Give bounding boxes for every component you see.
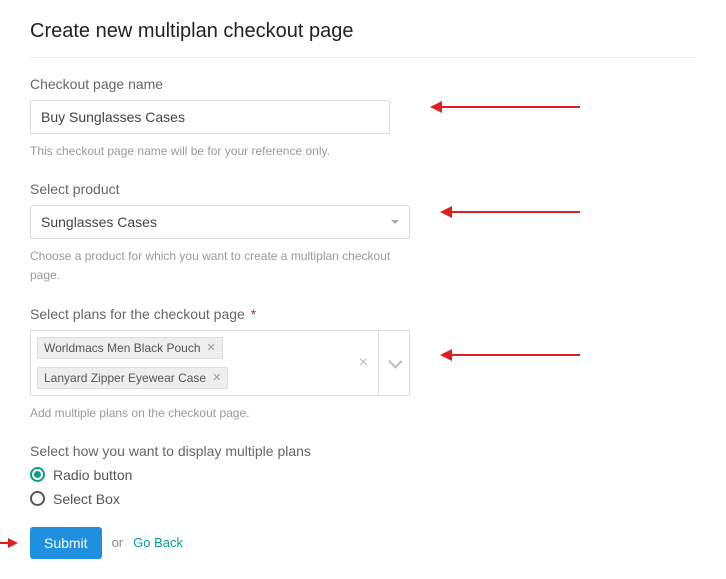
divider (30, 57, 696, 58)
plan-chip-label: Lanyard Zipper Eyewear Case (44, 371, 206, 385)
product-select-value: Sunglasses Cases (41, 214, 391, 230)
product-select[interactable]: Sunglasses Cases (30, 205, 410, 239)
or-text: or (112, 535, 124, 550)
chip-remove-icon[interactable]: ✕ (212, 371, 221, 384)
radio-label: Radio button (53, 467, 132, 483)
select-plans-helper: Add multiple plans on the checkout page. (30, 404, 410, 423)
field-select-plans: Select plans for the checkout page * Wor… (30, 306, 696, 423)
select-product-helper: Choose a product for which you want to c… (30, 247, 410, 285)
chip-remove-icon[interactable]: ✕ (207, 341, 216, 354)
chevron-down-icon (388, 354, 402, 368)
field-checkout-name: Checkout page name This checkout page na… (30, 76, 696, 161)
form-actions: Submit or Go Back (30, 527, 696, 559)
select-plans-label-text: Select plans for the checkout page (30, 306, 245, 322)
caret-down-icon (391, 220, 399, 224)
plans-dropdown-toggle[interactable] (378, 331, 409, 395)
radio-icon (30, 467, 45, 482)
display-mode-label: Select how you want to display multiple … (30, 443, 696, 459)
checkout-name-label: Checkout page name (30, 76, 696, 92)
annotation-arrow (440, 106, 580, 108)
plan-chip: Lanyard Zipper Eyewear Case ✕ (37, 367, 228, 389)
radio-dot-icon (34, 471, 41, 478)
plan-chip: Worldmacs Men Black Pouch ✕ (37, 337, 223, 359)
select-product-label: Select product (30, 181, 696, 197)
required-mark: * (251, 306, 256, 322)
annotation-arrow (450, 211, 580, 213)
checkout-name-helper: This checkout page name will be for your… (30, 142, 410, 161)
page-title: Create new multiplan checkout page (30, 20, 696, 43)
submit-button[interactable]: Submit (30, 527, 102, 559)
radio-label: Select Box (53, 491, 120, 507)
checkout-name-input[interactable] (30, 100, 390, 134)
field-select-product: Select product Sunglasses Cases Choose a… (30, 181, 696, 285)
plan-chip-label: Worldmacs Men Black Pouch (44, 341, 201, 355)
annotation-arrow (450, 354, 580, 356)
plans-multiselect[interactable]: Worldmacs Men Black Pouch ✕ Lanyard Zipp… (30, 330, 410, 396)
plans-clear-all[interactable]: × (349, 331, 378, 395)
radio-icon (30, 491, 45, 506)
plans-chips: Worldmacs Men Black Pouch ✕ Lanyard Zipp… (31, 331, 349, 395)
field-display-mode: Select how you want to display multiple … (30, 443, 696, 507)
select-plans-label: Select plans for the checkout page * (30, 306, 696, 322)
annotation-arrow (8, 538, 18, 548)
go-back-link[interactable]: Go Back (133, 535, 183, 550)
radio-option-select-box[interactable]: Select Box (30, 491, 696, 507)
radio-option-radio-button[interactable]: Radio button (30, 467, 696, 483)
